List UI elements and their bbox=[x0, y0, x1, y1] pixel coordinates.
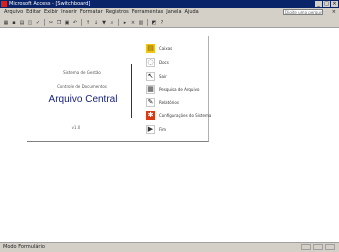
divider-line bbox=[131, 64, 132, 118]
version-label: v1.0 bbox=[71, 125, 81, 130]
menu-items: Arquivo Editar Exibir Inserir Formatar R… bbox=[4, 8, 199, 17]
database-icon[interactable]: ▥ bbox=[138, 20, 144, 26]
menu-inserir[interactable]: Inserir bbox=[61, 8, 77, 17]
switchboard-item-label: Caixas bbox=[159, 45, 173, 51]
switchboard-subtitle-2: Controle de Documentos bbox=[57, 84, 107, 89]
box-icon[interactable]: ▤ bbox=[146, 43, 155, 53]
menu-ajuda[interactable]: Ajuda bbox=[185, 8, 199, 17]
switchboard-item-label: Docs bbox=[159, 59, 169, 65]
arrow-icon[interactable]: ↖ bbox=[146, 71, 155, 81]
toolbar-separator bbox=[81, 19, 82, 26]
menu-editar[interactable]: Editar bbox=[26, 8, 41, 17]
document-close-button[interactable]: × bbox=[332, 8, 336, 17]
switchboard-item-label: Relatórios bbox=[159, 99, 179, 105]
menu-arquivo[interactable]: Arquivo bbox=[4, 8, 23, 17]
switchboard-item-label: Configurações do Sistema bbox=[159, 112, 212, 118]
save-icon[interactable]: ▪ bbox=[11, 20, 17, 26]
document-icon[interactable]: ◌ bbox=[146, 57, 155, 67]
status-panels bbox=[301, 244, 335, 250]
switchboard-title: Arquivo Central bbox=[48, 94, 118, 105]
cut-icon[interactable]: ✂ bbox=[48, 20, 54, 26]
toolbar-buttons: ▦ ▪ ▤ ◫ ✓ ✂ ❐ ▣ ↶ ↑ ↓ ▼ ⌕ ▸ × ▥ ◩? bbox=[3, 18, 165, 27]
copy-icon[interactable]: ❐ bbox=[56, 20, 62, 26]
close-button[interactable]: × bbox=[331, 1, 338, 7]
sort-asc-icon[interactable]: ↑ bbox=[85, 20, 91, 26]
access-app-icon[interactable] bbox=[1, 1, 7, 7]
status-panel bbox=[325, 244, 335, 250]
toolbar-separator bbox=[118, 19, 119, 26]
switchboard-item-label: Pesquisa de Arquivo bbox=[159, 86, 200, 92]
status-bar bbox=[0, 242, 339, 252]
undo-icon[interactable]: ↶ bbox=[72, 20, 78, 26]
menu-janela[interactable]: Janela bbox=[166, 8, 181, 17]
switchboard-item[interactable]: ✱ Configurações do Sistema bbox=[146, 110, 211, 120]
menu-registros[interactable]: Registros bbox=[106, 8, 129, 17]
help-icon[interactable]: ? bbox=[159, 20, 165, 26]
preview-icon[interactable]: ◫ bbox=[27, 20, 33, 26]
view-icon[interactable]: ▦ bbox=[3, 20, 9, 26]
switchboard-item[interactable]: ✎ Relatórios bbox=[146, 97, 179, 107]
window-title: Microsoft Access - [Switchboard] bbox=[9, 1, 91, 7]
delete-record-icon[interactable]: × bbox=[130, 20, 136, 26]
find-icon[interactable]: ⌕ bbox=[109, 20, 115, 26]
exit-icon[interactable]: ▶ bbox=[146, 124, 155, 134]
switchboard-subtitle: Sistema de Gestão bbox=[63, 70, 101, 75]
switchboard-item[interactable]: ▤ Caixas bbox=[146, 43, 172, 53]
switchboard-item-label: Fim bbox=[159, 126, 167, 132]
spell-icon[interactable]: ✓ bbox=[35, 20, 41, 26]
new-object-icon[interactable]: ◩ bbox=[151, 20, 157, 26]
menu-ferramentas[interactable]: Ferramentas bbox=[132, 8, 164, 17]
report-icon[interactable]: ✎ bbox=[146, 97, 155, 107]
menu-formatar[interactable]: Formatar bbox=[80, 8, 103, 17]
new-record-icon[interactable]: ▸ bbox=[122, 20, 128, 26]
status-panel bbox=[301, 244, 311, 250]
status-panel bbox=[313, 244, 323, 250]
window-controls: _ □ × bbox=[315, 1, 338, 7]
search-records-icon[interactable]: ▦ bbox=[146, 84, 155, 94]
switchboard-item[interactable]: ▦ Pesquisa de Arquivo bbox=[146, 84, 199, 94]
sort-desc-icon[interactable]: ↓ bbox=[93, 20, 99, 26]
status-text: Modo Formulário bbox=[3, 244, 45, 250]
help-question-input[interactable]: Digite uma pergunta bbox=[283, 9, 323, 15]
print-icon[interactable]: ▤ bbox=[19, 20, 25, 26]
toolbar-separator bbox=[147, 19, 148, 26]
switchboard-item[interactable]: ◌ Docs bbox=[146, 57, 169, 67]
menu-exibir[interactable]: Exibir bbox=[44, 8, 58, 17]
filter-icon[interactable]: ▼ bbox=[101, 20, 107, 26]
toolbar-separator bbox=[44, 19, 45, 26]
switchboard-item-label: Sair bbox=[159, 73, 167, 79]
switchboard-item[interactable]: ▶ Fim bbox=[146, 124, 166, 134]
settings-icon[interactable]: ✱ bbox=[146, 110, 155, 120]
maximize-button[interactable]: □ bbox=[323, 1, 330, 7]
switchboard-item[interactable]: ↖ Sair bbox=[146, 71, 167, 81]
paste-icon[interactable]: ▣ bbox=[64, 20, 70, 26]
minimize-button[interactable]: _ bbox=[315, 1, 322, 7]
